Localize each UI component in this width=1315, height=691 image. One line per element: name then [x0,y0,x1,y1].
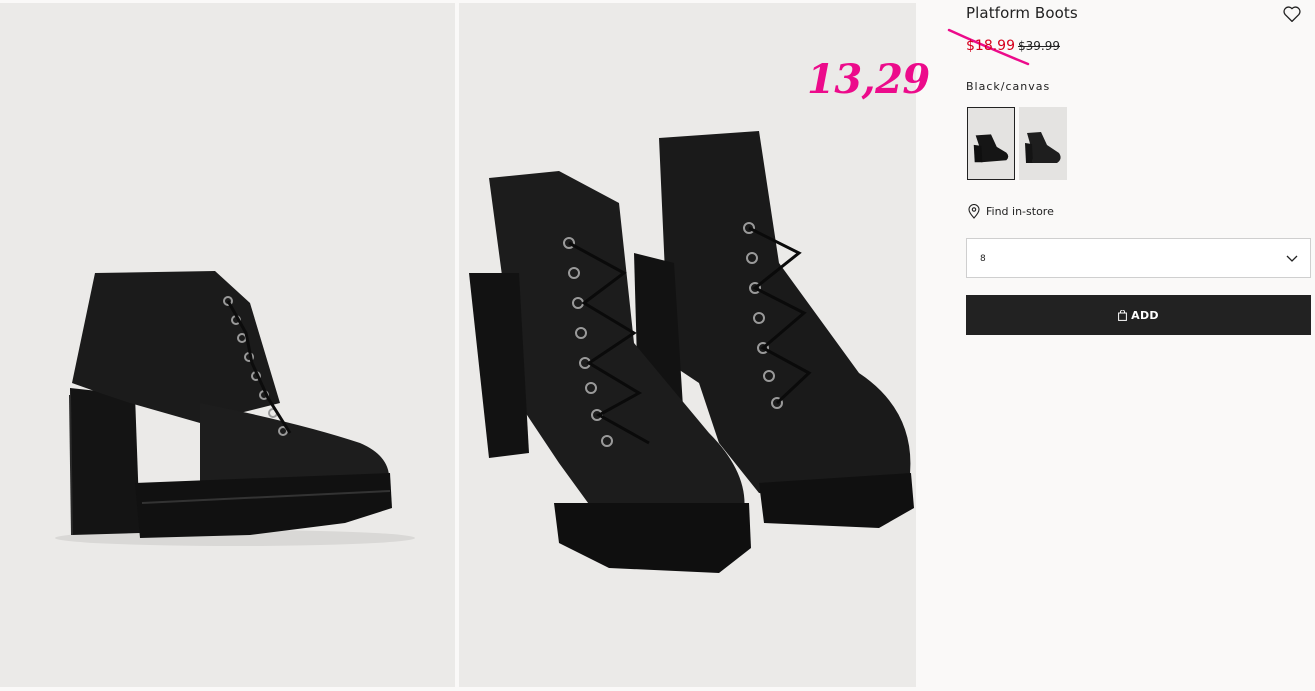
sale-price: $18.99 [966,38,1015,54]
boot-side-illustration [55,271,415,546]
boot-thumbnail-icon [1025,132,1061,163]
color-swatch-black-canvas[interactable] [967,107,1015,180]
heart-icon[interactable] [1282,5,1302,23]
map-pin-icon [968,204,980,219]
size-select-value: 8 [980,254,986,264]
color-name: Black/canvas [966,80,1051,93]
add-button-label: ADD [1131,308,1159,322]
shopping-bag-icon [1118,309,1128,321]
product-image-pair[interactable] [459,3,916,687]
product-details-panel: Platform Boots $18.99 $39.99 Black/canva… [916,0,1315,691]
boot-pair-illustration [469,131,914,573]
chevron-down-icon [1286,255,1298,262]
product-image-side[interactable] [0,3,455,687]
color-swatch-black-alt[interactable] [1019,107,1067,180]
product-title: Platform Boots [966,4,1078,22]
original-price: $39.99 [1018,39,1060,53]
add-to-bag-button[interactable]: ADD [966,295,1311,335]
handwritten-price-annotation: 13,29 [807,56,930,103]
find-in-store-link[interactable]: Find in-store [968,204,1054,219]
boot-thumbnail-icon [973,134,1009,163]
size-select[interactable]: 8 [966,238,1311,278]
find-in-store-label: Find in-store [986,205,1054,218]
